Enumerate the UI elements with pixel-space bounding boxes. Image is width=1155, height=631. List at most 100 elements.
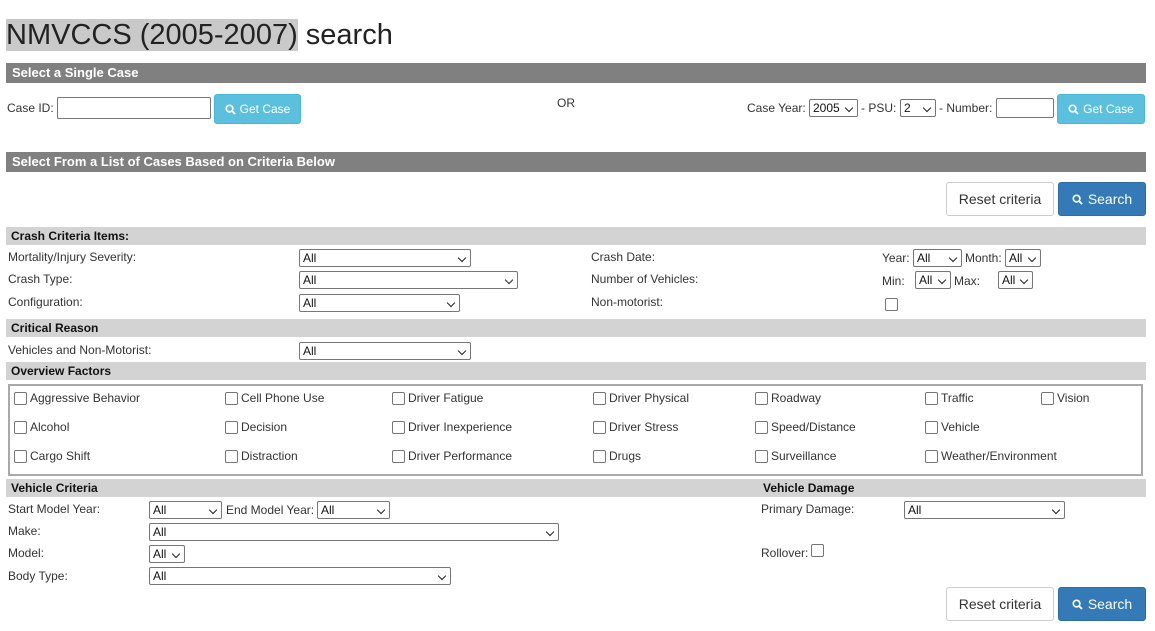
min-label: Min: [882, 274, 905, 288]
start-model-year-select[interactable]: All [149, 501, 222, 519]
vehicle-criteria-header: Vehicle Criteria [11, 481, 98, 495]
vehicles-nonmotorist-label: Vehicles and Non-Motorist: [8, 343, 152, 357]
crash-year-select[interactable]: All [913, 249, 962, 267]
checkbox[interactable] [225, 391, 238, 405]
case-year-label: Case Year: [747, 101, 806, 115]
psu-select[interactable]: 2 [900, 99, 936, 117]
case-number-input[interactable] [996, 98, 1054, 118]
page-title-highlight: NMVCCS (2005-2007) [6, 19, 298, 51]
search-label: Search [1087, 596, 1133, 612]
crash-type-select[interactable]: All [299, 271, 518, 289]
checkbox[interactable] [593, 391, 606, 405]
checkbox[interactable] [225, 420, 238, 434]
reset-criteria-button-bottom[interactable]: Reset criteria [946, 587, 1054, 621]
checkbox[interactable] [1041, 391, 1054, 405]
num-vehicles-label: Number of Vehicles: [591, 272, 699, 286]
factor-drugs[interactable]: Drugs [593, 449, 641, 463]
factor-driver-physical[interactable]: Driver Physical [593, 391, 689, 405]
reset-criteria-button-top[interactable]: Reset criteria [946, 182, 1054, 216]
factor-label: Roadway [771, 391, 822, 405]
factor-label: Aggressive Behavior [30, 391, 141, 405]
factor-label: Traffic [941, 391, 974, 405]
checkbox[interactable] [392, 449, 405, 463]
search-label: Search [1087, 191, 1133, 207]
factor-aggressive-behavior[interactable]: Aggressive Behavior [14, 391, 140, 405]
make-label: Make: [8, 524, 41, 538]
year-label: Year: [882, 251, 910, 265]
rollover-label: Rollover: [761, 546, 809, 560]
get-case-label: Get Case [239, 102, 291, 116]
model-select[interactable]: All [149, 545, 185, 563]
search-icon [225, 103, 236, 115]
factor-label: Driver Stress [609, 420, 679, 434]
checkbox[interactable] [925, 420, 938, 434]
factor-driver-performance[interactable]: Driver Performance [392, 449, 512, 463]
case-year-select[interactable]: 2005 [809, 99, 858, 117]
nonmotorist-checkbox[interactable] [885, 298, 898, 311]
factor-driver-fatigue[interactable]: Driver Fatigue [392, 391, 483, 405]
min-vehicles-select[interactable]: All [915, 271, 951, 289]
factor-speed-distance[interactable]: Speed/Distance [755, 420, 856, 434]
factor-alcohol[interactable]: Alcohol [14, 420, 69, 434]
checkbox[interactable] [925, 449, 938, 463]
get-case-by-number-button[interactable]: Get Case [1057, 94, 1145, 124]
max-vehicles-select[interactable]: All [998, 271, 1033, 289]
search-button-bottom[interactable]: Search [1058, 587, 1146, 621]
end-model-year-select[interactable]: All [317, 501, 390, 519]
primary-damage-select[interactable]: All [904, 501, 1065, 519]
end-model-year-label: End Model Year: [226, 503, 315, 517]
factor-label: Vehicle [941, 420, 980, 434]
get-case-button[interactable]: Get Case [214, 94, 301, 124]
crash-month-select[interactable]: All [1005, 249, 1041, 267]
factor-cell-phone-use[interactable]: Cell Phone Use [225, 391, 324, 405]
start-model-year-label: Start Model Year: [8, 502, 101, 516]
checkbox[interactable] [392, 420, 405, 434]
get-case-label: Get Case [1083, 102, 1134, 116]
factor-label: Driver Performance [408, 449, 513, 463]
factor-surveillance[interactable]: Surveillance [755, 449, 836, 463]
factor-distraction[interactable]: Distraction [225, 449, 298, 463]
factor-cargo-shift[interactable]: Cargo Shift [14, 449, 90, 463]
configuration-select[interactable]: All [299, 294, 460, 312]
make-select[interactable]: All [149, 523, 559, 541]
primary-damage-label: Primary Damage: [761, 502, 855, 516]
factor-vehicle[interactable]: Vehicle [925, 420, 980, 434]
factor-label: Driver Fatigue [408, 391, 484, 405]
vehicles-nonmotorist-select[interactable]: All [299, 342, 471, 360]
factor-label: Decision [241, 420, 288, 434]
search-button-top[interactable]: Search [1058, 182, 1146, 216]
factor-roadway[interactable]: Roadway [755, 391, 821, 405]
psu-label: - PSU: [861, 101, 897, 115]
factor-label: Driver Physical [609, 391, 690, 405]
checkbox[interactable] [225, 449, 238, 463]
factor-traffic[interactable]: Traffic [925, 391, 974, 405]
checkbox[interactable] [14, 449, 27, 463]
checkbox[interactable] [593, 449, 606, 463]
checkbox[interactable] [755, 449, 768, 463]
factor-decision[interactable]: Decision [225, 420, 287, 434]
search-icon [1068, 103, 1079, 115]
search-icon [1072, 193, 1083, 205]
case-id-label: Case ID: [7, 101, 54, 115]
checkbox[interactable] [593, 420, 606, 434]
factor-vision[interactable]: Vision [1041, 391, 1089, 405]
month-label: Month: [965, 251, 1002, 265]
case-id-input[interactable] [57, 97, 211, 119]
mortality-select[interactable]: All [299, 249, 471, 267]
checkbox[interactable] [14, 391, 27, 405]
checkbox[interactable] [14, 420, 27, 434]
checkbox[interactable] [755, 391, 768, 405]
checkbox[interactable] [755, 420, 768, 434]
factor-weather-environment[interactable]: Weather/Environment [925, 449, 1057, 463]
vehicle-criteria-bar: Vehicle Criteria Vehicle Damage [6, 479, 1146, 497]
checkbox[interactable] [392, 391, 405, 405]
factor-label: Vision [1057, 391, 1090, 405]
factor-label: Cell Phone Use [241, 391, 325, 405]
mortality-label: Mortality/Injury Severity: [8, 250, 137, 264]
checkbox[interactable] [925, 391, 938, 405]
factor-driver-stress[interactable]: Driver Stress [593, 420, 678, 434]
rollover-checkbox[interactable] [811, 544, 824, 557]
factor-driver-inexperience[interactable]: Driver Inexperience [392, 420, 512, 434]
body-type-select[interactable]: All [149, 567, 451, 585]
factor-label: Drugs [609, 449, 642, 463]
